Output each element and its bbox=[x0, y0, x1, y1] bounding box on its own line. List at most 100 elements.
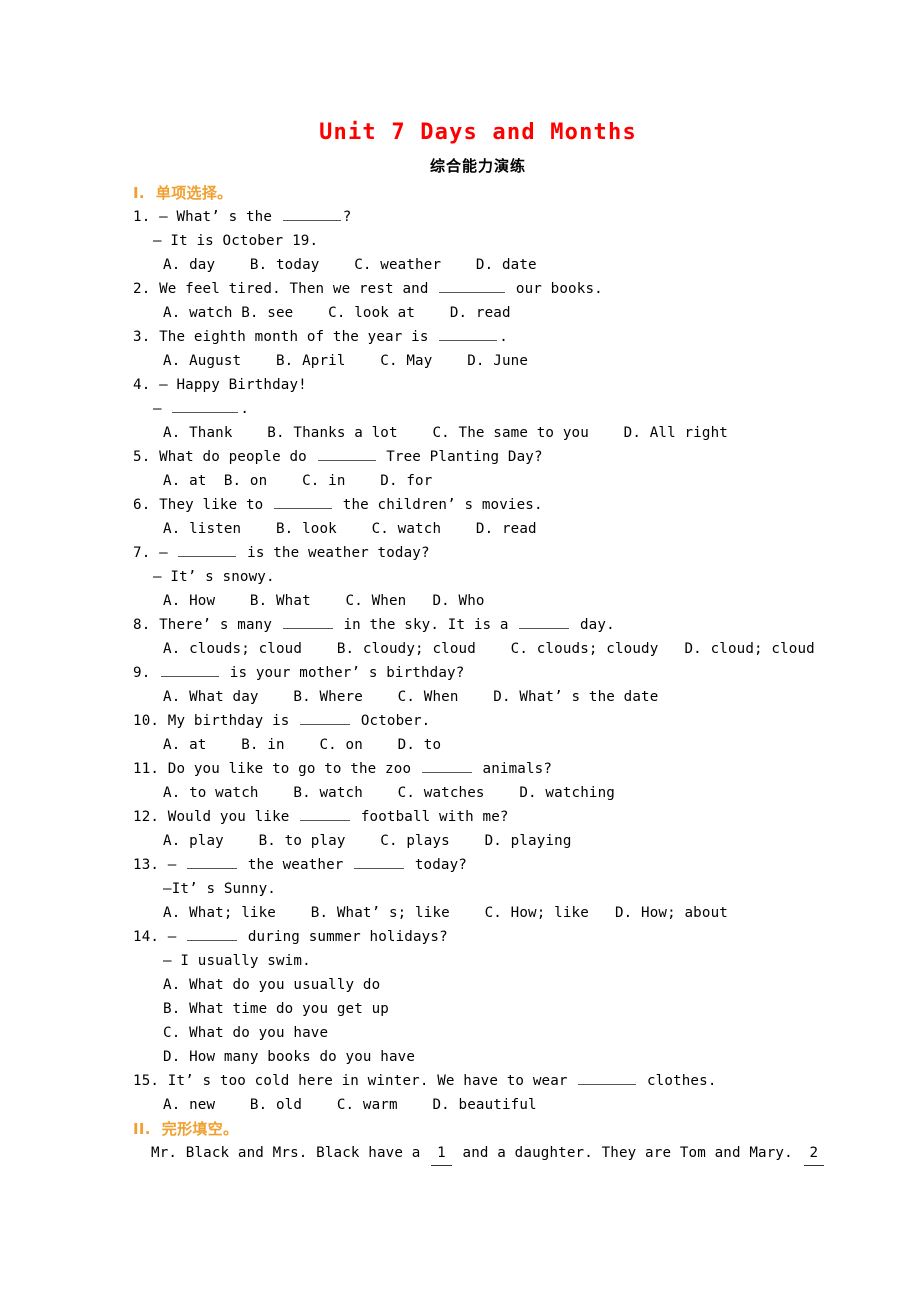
question-5-stem-a: 5. What do people do bbox=[133, 449, 316, 465]
question-6-stem-b: the children’ s movies. bbox=[334, 497, 543, 513]
question-13-stem-mid: the weather bbox=[239, 857, 353, 873]
question-9-options: A. What day B. Where C. When D. What’ s … bbox=[163, 689, 659, 705]
cloze-part-b: and a daughter. They are Tom and Mary. bbox=[453, 1145, 802, 1161]
question-8-blank-2 bbox=[519, 615, 570, 629]
question-11-stem: 11. Do you like to go to the zoo animals… bbox=[133, 757, 823, 781]
question-10-blank bbox=[300, 711, 351, 725]
question-13-options: A. What; like B. What’ s; like C. How; l… bbox=[163, 905, 728, 921]
question-1-answer-line: — It is October 19. bbox=[153, 233, 319, 249]
question-11-blank bbox=[421, 759, 472, 773]
question-14-option-a: A. What do you usually do bbox=[163, 977, 381, 993]
question-13-blank-1 bbox=[187, 855, 238, 869]
question-2-options: A. watch B. see C. look at D. read bbox=[163, 305, 511, 321]
question-4-stem: 4. — Happy Birthday! bbox=[133, 377, 307, 393]
question-7-blank bbox=[178, 543, 237, 557]
question-8-options: A. clouds; cloud B. cloudy; cloud C. clo… bbox=[163, 641, 815, 657]
question-14-option-d: D. How many books do you have bbox=[163, 1049, 416, 1065]
question-11-stem-b: animals? bbox=[473, 761, 553, 777]
worksheet-page: Unit 7 Days and Months 综合能力演练 I. 单项选择。 1… bbox=[0, 0, 920, 1302]
question-14-stem: 14. — during summer holidays? bbox=[133, 925, 823, 949]
question-12-options: A. play B. to play C. plays D. playing bbox=[163, 833, 572, 849]
question-12-stem-b: football with me? bbox=[352, 809, 509, 825]
question-7-stem: 7. — is the weather today? bbox=[133, 541, 823, 565]
section-heading-1-text: I. 单项选择。 bbox=[133, 184, 233, 202]
cloze-part-a: Mr. Black and Mrs. Black have a bbox=[151, 1145, 430, 1161]
question-3-options: A. August B. April C. May D. June bbox=[163, 353, 529, 369]
question-1-stem: 1. — What’ s the ? bbox=[133, 205, 823, 229]
question-9-blank bbox=[161, 663, 220, 677]
question-15-stem-b: clothes. bbox=[638, 1073, 717, 1089]
question-3-blank bbox=[439, 327, 498, 341]
question-15-blank bbox=[578, 1071, 637, 1085]
question-14-option-b: B. What time do you get up bbox=[163, 1001, 389, 1017]
question-2-blank bbox=[439, 279, 506, 293]
question-4-answer-line: — . bbox=[133, 397, 823, 421]
question-13-stem-b: today? bbox=[406, 857, 467, 873]
question-12-blank bbox=[300, 807, 351, 821]
question-13-blank-2 bbox=[354, 855, 405, 869]
question-3-stem-b: . bbox=[499, 329, 508, 345]
question-6-blank bbox=[274, 495, 333, 509]
question-1-stem-a: 1. — What’ s the bbox=[133, 209, 281, 225]
question-7-stem-a: 7. — bbox=[133, 545, 177, 561]
question-3-stem-a: 3. The eighth month of the year is bbox=[133, 329, 438, 345]
question-13-stem: 13. — the weather today? bbox=[133, 853, 823, 877]
question-2-stem: 2. We feel tired. Then we rest and our b… bbox=[133, 277, 823, 301]
question-10-stem: 10. My birthday is October. bbox=[133, 709, 823, 733]
question-15-stem: 15. It’ s too cold here in winter. We ha… bbox=[133, 1069, 823, 1093]
question-8-stem-b: day. bbox=[571, 617, 615, 633]
question-6-options: A. listen B. look C. watch D. read bbox=[163, 521, 537, 537]
question-6-stem-a: 6. They like to bbox=[133, 497, 273, 513]
question-5-stem-b: Tree Planting Day? bbox=[377, 449, 543, 465]
question-5-options: A. at B. on C. in D. for bbox=[163, 473, 433, 489]
question-7-stem-b: is the weather today? bbox=[238, 545, 430, 561]
question-4-blank bbox=[172, 399, 239, 413]
question-15-stem-a: 15. It’ s too cold here in winter. We ha… bbox=[133, 1073, 577, 1089]
question-11-stem-a: 11. Do you like to go to the zoo bbox=[133, 761, 420, 777]
question-4-dash: — bbox=[153, 401, 171, 417]
question-8-stem-a: 8. There’ s many bbox=[133, 617, 281, 633]
question-3-stem: 3. The eighth month of the year is . bbox=[133, 325, 823, 349]
question-10-options: A. at B. in C. on D. to bbox=[163, 737, 442, 753]
question-14-option-c: C. What do you have bbox=[163, 1025, 329, 1041]
question-13-answer-line: —It’ s Sunny. bbox=[163, 881, 276, 897]
question-9-stem-a: 9. bbox=[133, 665, 160, 681]
question-12-stem-a: 12. Would you like bbox=[133, 809, 299, 825]
question-10-stem-a: 10. My birthday is bbox=[133, 713, 299, 729]
question-11-options: A. to watch B. watch C. watches D. watch… bbox=[163, 785, 615, 801]
cloze-blank-2: 2 bbox=[803, 1141, 825, 1166]
cloze-passage: Mr. Black and Mrs. Black have a 1 and a … bbox=[133, 1141, 825, 1166]
question-1-stem-b: ? bbox=[342, 209, 352, 225]
section-heading-2: II. 完形填空。 bbox=[133, 1117, 823, 1141]
question-8-blank-1 bbox=[282, 615, 333, 629]
page-title: Unit 7 Days and Months bbox=[319, 120, 637, 145]
section-heading-2-text: II. 完形填空。 bbox=[133, 1120, 239, 1138]
question-8-stem: 8. There’ s many in the sky. It is a day… bbox=[133, 613, 823, 637]
question-1-options: A. day B. today C. weather D. date bbox=[163, 257, 537, 273]
question-15-options: A. new B. old C. warm D. beautiful bbox=[163, 1097, 537, 1113]
question-9-stem-b: is your mother’ s birthday? bbox=[221, 665, 465, 681]
question-14-answer-line: — I usually swim. bbox=[163, 953, 311, 969]
page-subtitle: 综合能力演练 bbox=[429, 157, 526, 175]
question-4-dash-end: . bbox=[240, 401, 250, 417]
question-5-stem: 5. What do people do Tree Planting Day? bbox=[133, 445, 823, 469]
question-10-stem-b: October. bbox=[352, 713, 431, 729]
question-7-answer-line: — It’ s snowy. bbox=[153, 569, 275, 585]
question-13-stem-a: 13. — bbox=[133, 857, 186, 873]
question-14-stem-b: during summer holidays? bbox=[239, 929, 448, 945]
question-14-stem-a: 14. — bbox=[133, 929, 186, 945]
question-2-stem-b: our books. bbox=[507, 281, 603, 297]
document-body: Unit 7 Days and Months 综合能力演练 I. 单项选择。 1… bbox=[133, 118, 825, 1166]
question-12-stem: 12. Would you like football with me? bbox=[133, 805, 823, 829]
question-4-options: A. Thank B. Thanks a lot C. The same to … bbox=[163, 425, 728, 441]
question-14-blank bbox=[187, 927, 238, 941]
section-heading-1: I. 单项选择。 bbox=[133, 181, 823, 205]
question-5-blank bbox=[317, 447, 376, 461]
question-8-stem-mid: in the sky. It is a bbox=[334, 617, 518, 633]
question-2-stem-a: 2. We feel tired. Then we rest and bbox=[133, 281, 438, 297]
question-6-stem: 6. They like to the children’ s movies. bbox=[133, 493, 823, 517]
question-7-options: A. How B. What C. When D. Who bbox=[163, 593, 485, 609]
cloze-blank-1: 1 bbox=[431, 1141, 452, 1166]
question-1-blank bbox=[282, 207, 341, 221]
question-9-stem: 9. is your mother’ s birthday? bbox=[133, 661, 823, 685]
